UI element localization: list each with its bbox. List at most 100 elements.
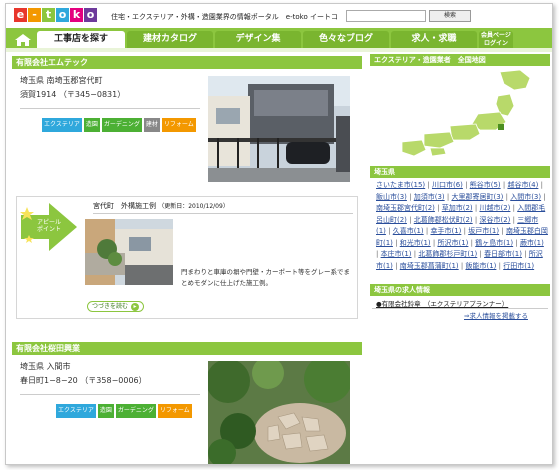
separator: |: [392, 261, 400, 270]
badge-reform: リフォーム: [157, 404, 192, 418]
separator: |: [425, 181, 432, 189]
city-link[interactable]: 鶴ヶ島市(1): [475, 239, 513, 247]
separator: |: [499, 227, 506, 235]
main-nav: 工事店を探す 建材カタログ デザイン集 色々なブログ 求人・求職 会員ページ ロ…: [6, 28, 552, 48]
city-link[interactable]: 深谷市(2): [479, 216, 510, 224]
post-date: （更新日：2010/12/09）: [158, 203, 229, 210]
site-logo[interactable]: e-toko: [14, 8, 98, 22]
city-link[interactable]: 幸手市(1): [430, 227, 461, 235]
city-link[interactable]: 春日部市(1): [484, 250, 522, 258]
city-link[interactable]: 坂戸市(1): [468, 227, 499, 235]
appeal-arrow-label: アピール ポイント: [37, 219, 62, 233]
logo-letter: o: [84, 8, 97, 22]
post-job-link[interactable]: ⇒求人情報を掲載する: [464, 310, 528, 320]
city-link[interactable]: 北葛飾郡松伏町(2): [414, 216, 473, 224]
company-category-badges: エクステリア 造園 ガーデニング 建材 リフォーム: [42, 118, 198, 132]
company-photo[interactable]: [208, 76, 350, 182]
divider: [20, 108, 200, 109]
badge-gardening: ガーデニング: [101, 118, 142, 132]
company-address-line1: 埼玉県 南埼玉郡宮代町: [20, 76, 103, 85]
divider: [20, 394, 200, 395]
post-photo[interactable]: [85, 219, 173, 285]
post-title[interactable]: 宮代町 外構施工例: [93, 202, 156, 210]
tab-design-collection[interactable]: デザイン集: [215, 31, 301, 48]
city-link[interactable]: 川越市(2): [479, 204, 510, 212]
city-link[interactable]: 入間市(3): [510, 193, 541, 201]
browser-frame: e-toko 住宅・エクステリア・外構・造園業界の情報ポータル e-toko イ…: [5, 3, 553, 465]
divider: [372, 308, 548, 309]
company-address-line2: 春日町1−8−20 （〒358−0006）: [20, 376, 147, 385]
city-link[interactable]: 和光市(1): [400, 239, 431, 247]
city-link[interactable]: 草加市(2): [442, 204, 473, 212]
prefecture-section-title: 埼玉県: [370, 166, 550, 178]
logo-letter: e: [14, 8, 27, 22]
city-link[interactable]: 大里郡寄居町(3): [451, 193, 503, 201]
city-link[interactable]: 飯能市(1): [465, 262, 496, 270]
jobs-section-title: 埼玉県の求人情報: [370, 284, 550, 296]
city-link[interactable]: 本庄市(1): [381, 250, 412, 258]
logo-letter: k: [70, 8, 83, 22]
separator: |: [513, 238, 520, 247]
company-name[interactable]: 有限会社エムテック: [12, 56, 362, 69]
separator: |: [434, 204, 442, 212]
city-link[interactable]: 南埼玉郡菖蒲町(1): [400, 262, 459, 270]
city-link[interactable]: 行田市(1): [503, 262, 534, 270]
tab-find-contractor[interactable]: 工事店を探す: [37, 31, 125, 48]
tab-building-catalog[interactable]: 建材カタログ: [127, 31, 213, 48]
badge-exterior: エクステリア: [56, 404, 96, 418]
search-button[interactable]: 検索: [429, 10, 471, 22]
main-content: 有限会社エムテック 埼玉県 南埼玉郡宮代町 須賀1914 （〒345−0831）…: [6, 48, 552, 464]
separator: |: [462, 181, 470, 189]
arrow-right-icon: ▸: [131, 302, 140, 311]
company-address: 埼玉県 入間市 春日町1−8−20 （〒358−0006）: [20, 360, 147, 388]
badge-exterior: エクステリア: [42, 118, 82, 132]
post-body: 門まわりと車庫の塀や門壁・カーポート等をグレー系でまとめモダンに仕上げた施工例。: [181, 268, 350, 287]
search-input[interactable]: [346, 10, 426, 22]
tab-blogs[interactable]: 色々なブログ: [303, 31, 389, 48]
separator: |: [392, 238, 400, 247]
separator: |: [521, 250, 529, 258]
post-header: 宮代町 外構施工例 （更新日：2010/12/09）: [93, 201, 229, 211]
city-link[interactable]: 加須市(3): [414, 193, 445, 201]
japan-map[interactable]: [380, 68, 546, 158]
company-address: 埼玉県 南埼玉郡宮代町 須賀1914 （〒345−0831）: [20, 74, 125, 102]
badge-landscaping: 造園: [83, 118, 100, 132]
badge-materials: 建材: [143, 118, 160, 132]
badge-landscaping: 造園: [97, 404, 114, 418]
separator: |: [406, 192, 414, 201]
city-link[interactable]: 北葛飾郡杉戸町(1): [418, 250, 477, 258]
site-header: e-toko 住宅・エクステリア・外構・造園業界の情報ポータル e-toko イ…: [6, 4, 552, 28]
city-link[interactable]: 蕨市(1): [520, 239, 544, 247]
logo-letter: o: [56, 8, 69, 22]
appeal-point-box: アピール ポイント 宮代町 外構施工例 （更新日：2010/12/09） 門まわ…: [16, 196, 358, 319]
company-address-line1: 埼玉県 入間市: [20, 362, 71, 371]
tab-jobs[interactable]: 求人・求職: [391, 31, 477, 48]
company-name[interactable]: 有限会社桜田興業: [12, 342, 362, 355]
read-more-button[interactable]: つづきを読む ▸: [87, 301, 145, 312]
city-link[interactable]: 南埼玉郡宮代町(2): [376, 204, 435, 212]
city-link[interactable]: さいたま市(15): [376, 181, 425, 189]
city-link-list: さいたま市(15) | 川口市(6) | 熊谷市(5) | 越谷市(4) | 飯…: [376, 180, 548, 272]
home-icon[interactable]: [12, 32, 34, 48]
tab-member-login[interactable]: 会員ページ ログイン: [479, 31, 513, 48]
separator: |: [538, 181, 543, 189]
logo-letter: -: [28, 8, 41, 22]
city-link[interactable]: 飯山市(3): [376, 193, 407, 201]
city-link[interactable]: 所沢市(1): [437, 239, 468, 247]
job-listing-link[interactable]: ●有限会社鈴章 （エクステリアプランナー）: [376, 298, 508, 308]
separator: |: [541, 192, 546, 201]
city-link[interactable]: 久喜市(1): [393, 227, 424, 235]
separator: |: [406, 215, 414, 224]
company-category-badges: エクステリア 造園 ガーデニング リフォーム: [56, 404, 194, 418]
nav-underline: [6, 48, 552, 52]
badge-gardening: ガーデニング: [115, 404, 156, 418]
city-link[interactable]: 熊谷市(5): [470, 181, 501, 189]
city-link[interactable]: 川口市(6): [432, 181, 463, 189]
read-more-label: つづきを読む: [92, 303, 129, 310]
map-section-title: エクステリア・造園業者 全国地図: [370, 54, 550, 66]
logo-letter: t: [42, 8, 55, 22]
company-photo[interactable]: [208, 361, 350, 464]
divider: [93, 213, 353, 214]
company-address-line2: 須賀1914 （〒345−0831）: [20, 90, 126, 99]
city-link[interactable]: 越谷市(4): [507, 181, 538, 189]
